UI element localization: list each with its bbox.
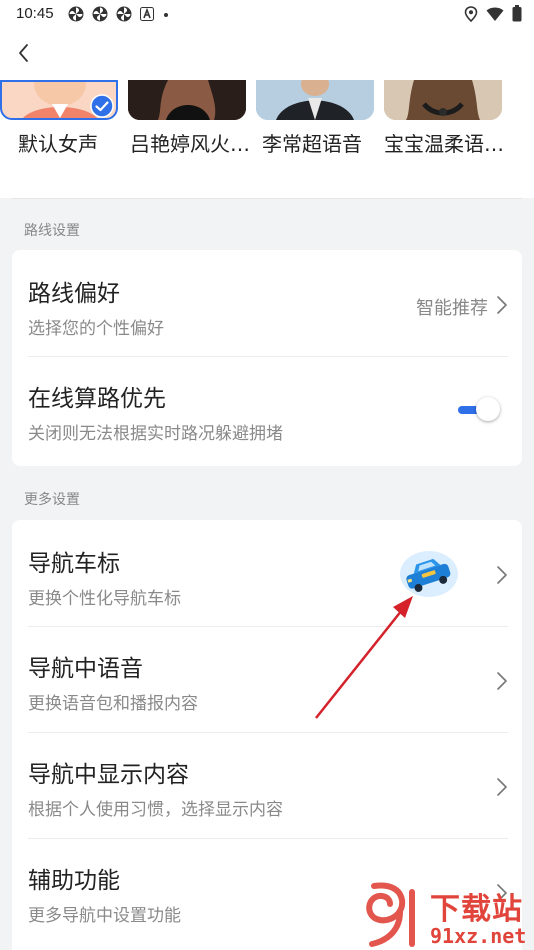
row-title: 在线算路优先 bbox=[28, 386, 166, 412]
nav-display-content-row[interactable]: 导航中显示内容 根据个人使用习惯，选择显示内容 bbox=[12, 733, 522, 839]
voice-avatar bbox=[384, 80, 502, 120]
pinwheel-icon bbox=[92, 6, 108, 22]
online-routing-row: 在线算路优先 关闭则无法根据实时路况躲避拥堵 bbox=[12, 357, 522, 466]
section-label-route: 路线设置 bbox=[24, 223, 80, 239]
row-subtitle: 更换语音包和播报内容 bbox=[28, 694, 198, 714]
watermark: 下载站 91xz.net bbox=[360, 882, 534, 950]
row-title: 导航车标 bbox=[28, 551, 120, 577]
row-subtitle: 更换个性化导航车标 bbox=[28, 589, 181, 609]
header-bar bbox=[0, 28, 534, 80]
watermark-domain: 91xz.net bbox=[430, 924, 527, 948]
chevron-right-icon bbox=[497, 566, 507, 584]
status-bar: 10:45 bbox=[0, 0, 534, 28]
row-subtitle: 根据个人使用习惯，选择显示内容 bbox=[28, 800, 283, 820]
voice-avatar bbox=[128, 80, 246, 120]
chevron-right-icon bbox=[497, 672, 507, 690]
row-title: 辅助功能 bbox=[28, 868, 120, 894]
status-time: 10:45 bbox=[16, 5, 54, 22]
watermark-logo-icon bbox=[366, 882, 415, 947]
row-title: 路线偏好 bbox=[28, 281, 120, 307]
dot-icon bbox=[164, 13, 168, 17]
row-title: 导航中显示内容 bbox=[28, 762, 189, 788]
pinwheel-icon bbox=[116, 6, 132, 22]
pinwheel-icon bbox=[68, 6, 84, 22]
location-icon bbox=[464, 5, 478, 22]
voice-name: 吕艳婷风火… bbox=[130, 132, 250, 156]
wifi-icon bbox=[486, 7, 504, 21]
notification-icons bbox=[68, 6, 170, 22]
nav-voice-row[interactable]: 导航中语音 更换语音包和播报内容 bbox=[12, 627, 522, 733]
watermark-brand: 下载站 bbox=[430, 892, 523, 927]
chevron-right-icon bbox=[497, 778, 507, 796]
selected-check-icon bbox=[90, 94, 114, 118]
row-subtitle: 更多导航中设置功能 bbox=[28, 906, 181, 926]
system-icons bbox=[464, 5, 522, 22]
voice-avatar bbox=[256, 80, 374, 120]
route-settings-card: 路线偏好 选择您的个性偏好 智能推荐 在线算路优先 关闭则无法根据实时路况躲避拥… bbox=[12, 250, 522, 466]
voice-carousel: 默认女声 吕艳婷风火… 李常超语音 宝宝温柔语… 天下 bbox=[0, 80, 534, 198]
chevron-right-icon bbox=[497, 296, 507, 314]
voice-name: 宝宝温柔语… bbox=[384, 132, 504, 156]
section-label-more: 更多设置 bbox=[24, 492, 80, 508]
online-routing-toggle[interactable] bbox=[454, 397, 500, 423]
voice-name: 李常超语音 bbox=[262, 132, 362, 156]
battery-icon bbox=[512, 5, 522, 22]
row-subtitle: 选择您的个性偏好 bbox=[28, 319, 164, 339]
voice-name: 默认女声 bbox=[18, 132, 98, 156]
row-subtitle: 关闭则无法根据实时路况躲避拥堵 bbox=[28, 424, 283, 444]
route-preference-row[interactable]: 路线偏好 选择您的个性偏好 智能推荐 bbox=[12, 250, 522, 357]
row-title: 导航中语音 bbox=[28, 656, 143, 682]
toggle-knob bbox=[476, 397, 500, 421]
divider bbox=[12, 198, 522, 199]
font-icon bbox=[140, 7, 154, 21]
back-arrow-icon[interactable] bbox=[12, 40, 38, 66]
car-icon bbox=[400, 551, 458, 597]
route-preference-value: 智能推荐 bbox=[416, 298, 488, 319]
